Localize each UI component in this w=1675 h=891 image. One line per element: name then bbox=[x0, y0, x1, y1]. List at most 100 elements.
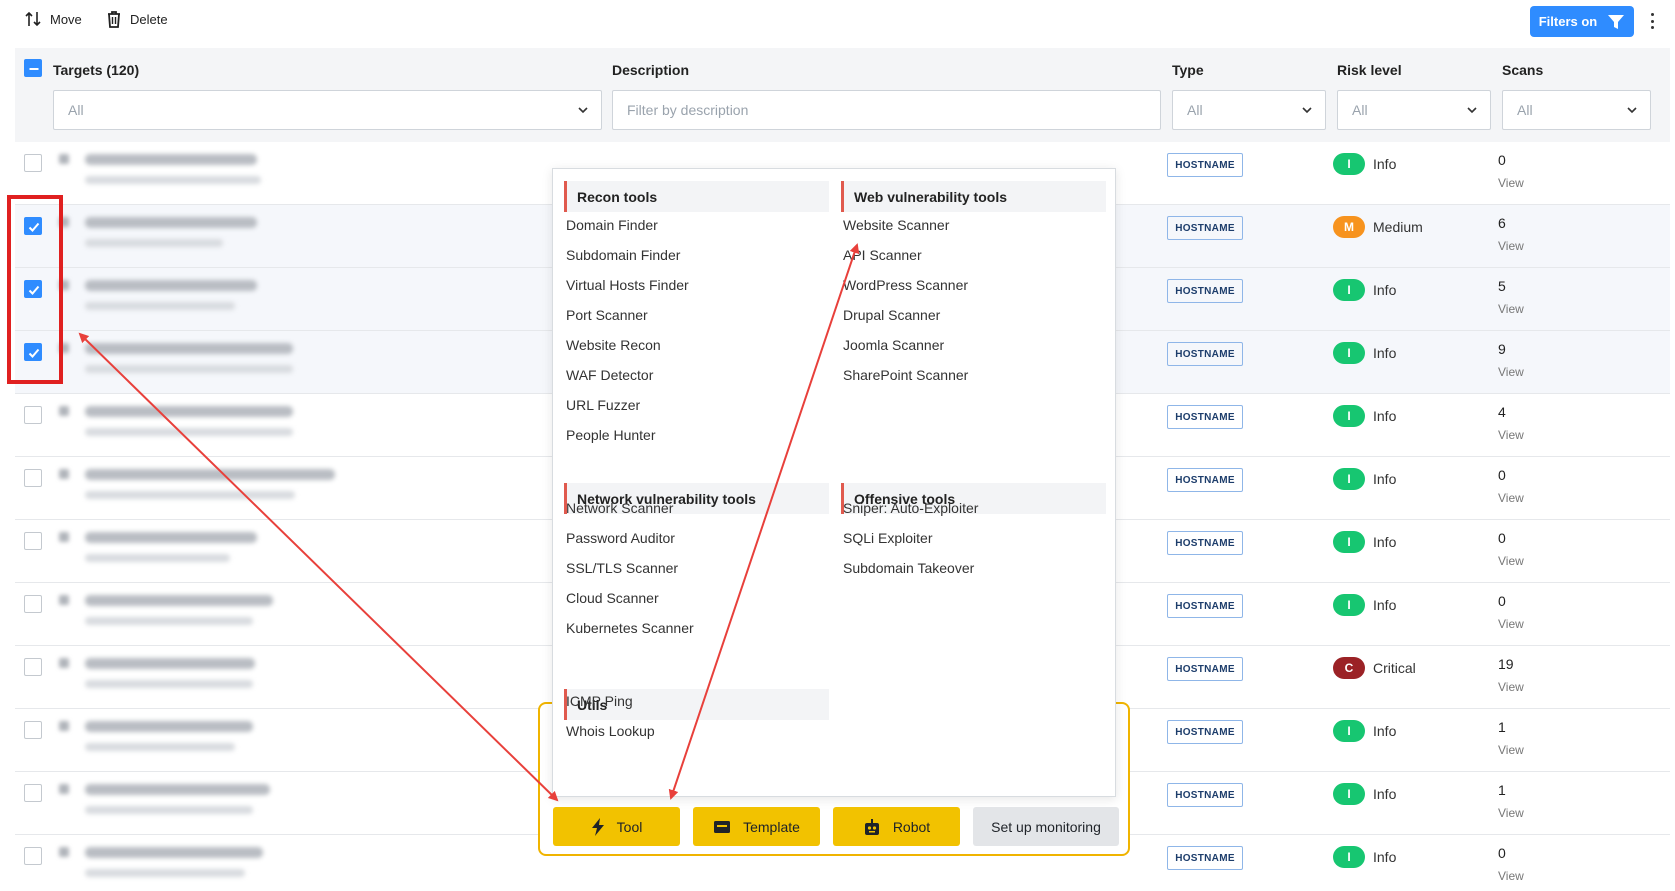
menu-item-url-fuzzer[interactable]: URL Fuzzer bbox=[566, 397, 640, 413]
menu-item-ssl-tls-scanner[interactable]: SSL/TLS Scanner bbox=[566, 560, 678, 576]
scans-view-link[interactable]: View bbox=[1498, 869, 1524, 883]
toolbar: Move Delete Filters on bbox=[0, 0, 1675, 44]
menu-item-website-scanner[interactable]: Website Scanner bbox=[843, 217, 949, 233]
select-all-checkbox[interactable] bbox=[24, 59, 42, 77]
target-name-redacted[interactable] bbox=[85, 847, 263, 858]
menu-item-sharepoint-scanner[interactable]: SharePoint Scanner bbox=[843, 367, 968, 383]
risk-level-label: Critical bbox=[1373, 660, 1416, 676]
scans-view-link[interactable]: View bbox=[1498, 491, 1524, 505]
target-name-redacted[interactable] bbox=[85, 721, 253, 732]
target-name-redacted[interactable] bbox=[85, 343, 293, 354]
target-name-redacted[interactable] bbox=[85, 469, 335, 480]
scans-view-link[interactable]: View bbox=[1498, 302, 1524, 316]
scans-header[interactable]: Scans bbox=[1502, 62, 1543, 78]
target-url-redacted bbox=[85, 239, 223, 247]
description-filter-input[interactable] bbox=[612, 90, 1161, 130]
set-up-monitoring-button[interactable]: Set up monitoring bbox=[973, 807, 1119, 846]
scans-count: 0 bbox=[1498, 467, 1506, 483]
template-button[interactable]: Template bbox=[693, 807, 820, 846]
move-button[interactable]: Move bbox=[24, 10, 82, 28]
scans-view-link[interactable]: View bbox=[1498, 365, 1524, 379]
menu-item-subdomain-takeover[interactable]: Subdomain Takeover bbox=[843, 560, 974, 576]
row-checkbox[interactable] bbox=[24, 469, 42, 487]
scans-view-link[interactable]: View bbox=[1498, 743, 1524, 757]
menu-item-domain-finder[interactable]: Domain Finder bbox=[566, 217, 658, 233]
scans-view-link[interactable]: View bbox=[1498, 680, 1524, 694]
risk-level-pill: I bbox=[1333, 783, 1365, 805]
scans-view-link[interactable]: View bbox=[1498, 554, 1524, 568]
menu-item-sniper-auto-exploiter[interactable]: Sniper: Auto-Exploiter bbox=[843, 500, 978, 516]
menu-item-joomla-scanner[interactable]: Joomla Scanner bbox=[843, 337, 944, 353]
description-header[interactable]: Description bbox=[612, 62, 689, 78]
scans-view-link[interactable]: View bbox=[1498, 428, 1524, 442]
target-url-redacted bbox=[85, 176, 261, 184]
scans-view-link[interactable]: View bbox=[1498, 617, 1524, 631]
target-url-redacted bbox=[85, 491, 295, 499]
target-url-redacted bbox=[85, 428, 293, 436]
target-name-redacted[interactable] bbox=[85, 595, 273, 606]
table-header: Targets (120) Description Type Risk leve… bbox=[15, 48, 1670, 142]
risk-level-label: Info bbox=[1373, 534, 1397, 550]
risk-level-header[interactable]: Risk level bbox=[1337, 62, 1402, 78]
menu-item-icmp-ping[interactable]: ICMP Ping bbox=[566, 693, 633, 709]
menu-item-api-scanner[interactable]: API Scanner bbox=[843, 247, 922, 263]
row-checkbox[interactable] bbox=[24, 721, 42, 739]
row-checkbox[interactable] bbox=[24, 784, 42, 802]
target-favicon bbox=[59, 847, 69, 857]
row-checkbox[interactable] bbox=[24, 406, 42, 424]
row-checkbox[interactable] bbox=[24, 532, 42, 550]
menu-item-virtual-hosts-finder[interactable]: Virtual Hosts Finder bbox=[566, 277, 689, 293]
row-checkbox[interactable] bbox=[24, 847, 42, 865]
risk-level: C Critical bbox=[1333, 657, 1416, 679]
risk-level-label: Info bbox=[1373, 156, 1397, 172]
risk-filter-select[interactable]: All bbox=[1337, 90, 1491, 130]
menu-item-kubernetes-scanner[interactable]: Kubernetes Scanner bbox=[566, 620, 694, 636]
risk-level-label: Info bbox=[1373, 597, 1397, 613]
description-filter-field[interactable] bbox=[627, 102, 1160, 118]
scans-view-link[interactable]: View bbox=[1498, 176, 1524, 190]
menu-item-wordpress-scanner[interactable]: WordPress Scanner bbox=[843, 277, 968, 293]
menu-item-sqli-exploiter[interactable]: SQLi Exploiter bbox=[843, 530, 932, 546]
robot-button[interactable]: Robot bbox=[833, 807, 960, 846]
filters-button[interactable]: Filters on bbox=[1530, 6, 1634, 37]
scans-count: 0 bbox=[1498, 530, 1506, 546]
risk-level: I Info bbox=[1333, 594, 1396, 616]
scans-filter-select[interactable]: All bbox=[1502, 90, 1651, 130]
menu-item-website-recon[interactable]: Website Recon bbox=[566, 337, 661, 353]
menu-item-people-hunter[interactable]: People Hunter bbox=[566, 427, 656, 443]
target-name-redacted[interactable] bbox=[85, 217, 257, 228]
target-name-redacted[interactable] bbox=[85, 154, 257, 165]
menu-item-waf-detector[interactable]: WAF Detector bbox=[566, 367, 653, 383]
tool-button[interactable]: Tool bbox=[553, 807, 680, 846]
risk-level-pill: M bbox=[1333, 216, 1365, 238]
menu-item-subdomain-finder[interactable]: Subdomain Finder bbox=[566, 247, 680, 263]
target-name-redacted[interactable] bbox=[85, 280, 257, 291]
risk-level-label: Info bbox=[1373, 345, 1397, 361]
scans-view-link[interactable]: View bbox=[1498, 806, 1524, 820]
risk-level: I Info bbox=[1333, 153, 1396, 175]
delete-button[interactable]: Delete bbox=[106, 10, 168, 28]
target-url-redacted bbox=[85, 365, 293, 373]
row-checkbox[interactable] bbox=[24, 154, 42, 172]
scans-view-link[interactable]: View bbox=[1498, 239, 1524, 253]
menu-item-network-scanner[interactable]: Network Scanner bbox=[566, 500, 673, 516]
type-header[interactable]: Type bbox=[1172, 62, 1204, 78]
target-name-redacted[interactable] bbox=[85, 406, 293, 417]
menu-item-cloud-scanner[interactable]: Cloud Scanner bbox=[566, 590, 659, 606]
menu-item-port-scanner[interactable]: Port Scanner bbox=[566, 307, 648, 323]
row-checkbox[interactable] bbox=[24, 658, 42, 676]
type-filter-select[interactable]: All bbox=[1172, 90, 1326, 130]
target-name-redacted[interactable] bbox=[85, 658, 255, 669]
menu-item-whois-lookup[interactable]: Whois Lookup bbox=[566, 723, 655, 739]
target-name-redacted[interactable] bbox=[85, 784, 270, 795]
delete-label: Delete bbox=[130, 11, 168, 27]
menu-item-password-auditor[interactable]: Password Auditor bbox=[566, 530, 675, 546]
menu-item-drupal-scanner[interactable]: Drupal Scanner bbox=[843, 307, 940, 323]
targets-filter-select[interactable]: All bbox=[53, 90, 602, 130]
target-favicon bbox=[59, 595, 69, 605]
target-name-redacted[interactable] bbox=[85, 532, 257, 543]
move-arrows-icon bbox=[25, 11, 41, 27]
row-checkbox[interactable] bbox=[24, 595, 42, 613]
more-options-icon[interactable] bbox=[1646, 10, 1658, 32]
targets-header[interactable]: Targets (120) bbox=[53, 62, 139, 78]
